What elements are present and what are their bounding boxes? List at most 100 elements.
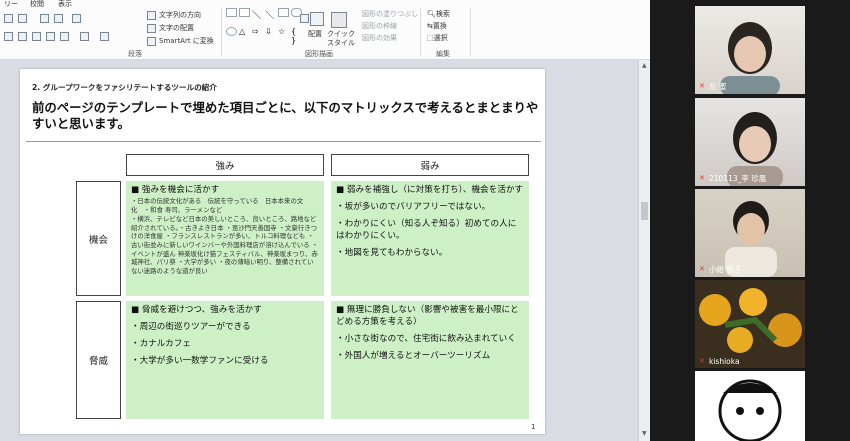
shape-rect2-icon[interactable] [278, 8, 289, 17]
video-tile[interactable]: ✕ 左 蜜 [695, 6, 805, 94]
video-panel: ✕ 左 蜜 ✕ 210113_李 珍凰 ✕ 小紺 悦子 ✕ kishioka [650, 0, 850, 441]
menu-tab-view[interactable]: 表示 [58, 0, 72, 9]
participant-name: kishioka [709, 357, 740, 366]
shape-triangle-icon[interactable]: △ [239, 27, 250, 36]
st-item: ・周辺の街巡りツアーができる [131, 322, 251, 332]
menu-tab-review[interactable]: 校閲 [30, 0, 44, 9]
participant-name-tag: ✕ 210113_李 珍凰 [699, 173, 766, 184]
shape-star-icon[interactable]: ☆ [278, 27, 289, 36]
video-tile[interactable] [695, 371, 805, 441]
columns-icon[interactable] [80, 32, 89, 41]
so-title: ■ 強みを機会に活かす [131, 185, 220, 195]
column-settings-icon[interactable] [100, 32, 109, 41]
participant-name: 小紺 悦子 [709, 265, 742, 274]
shape-brace-icon[interactable]: { } [291, 27, 302, 45]
wo-item: ・わかりにくい（知る人ぞ知る）初めての人にはわかりにくい。 [336, 219, 517, 241]
page-number: 1 [531, 423, 536, 431]
arrange-icon[interactable] [310, 12, 324, 26]
shapes-gallery[interactable]: ＼ ＼ △ ⇨ ⇩ ☆ { } [226, 8, 302, 45]
participant-name-tag: ✕ kishioka [699, 357, 740, 366]
so-note: ・横浜、テレビなど日本の美しいところ、良いところ、路地など紹介されている。・古き… [131, 215, 319, 275]
align-text-button[interactable]: 文字の配置 [159, 24, 194, 33]
decrease-indent-icon[interactable] [40, 14, 49, 23]
video-tile[interactable]: ✕ 210113_李 珍凰 [695, 98, 805, 186]
align-center-icon[interactable] [18, 32, 27, 41]
st-item: ・カナルカフェ [131, 339, 191, 349]
cell-strength-opportunity: ■ 強みを機会に活かす ・日本の伝統文化がある 伝統を守っている 日本本来の文化… [126, 181, 324, 296]
slide[interactable]: 2. グループワークをファシリテートするツールの紹介 前のページのテンプレートで… [20, 69, 545, 434]
shape-fill-button[interactable]: 図形の塗りつぶし [362, 10, 418, 19]
so-note: ・日本の伝統文化がある 伝統を守っている 日本本来の文化 ・和食 寿司、ラーメン… [131, 197, 304, 214]
shape-circle-icon[interactable] [226, 27, 237, 36]
shape-arrow2-icon[interactable]: ⇩ [265, 27, 276, 36]
align-left-icon[interactable] [4, 32, 13, 41]
quickstyle-button[interactable]: クイック スタイル [327, 30, 355, 48]
participant-name-tag: ✕ 小紺 悦子 [699, 264, 741, 275]
participant-name: 210113_李 珍凰 [709, 174, 767, 183]
separator [470, 8, 471, 56]
header-weakness: 弱み [331, 154, 529, 176]
smartart-icon[interactable] [147, 37, 156, 46]
arrange-button[interactable]: 配置 [308, 30, 322, 39]
shape-effect-button[interactable]: 図形の効果 [362, 34, 397, 43]
justify-icon[interactable] [46, 32, 55, 41]
st-item: ・大学が多い一数学ファンに受ける [131, 356, 269, 366]
group-drawing-label: 図形描画 [305, 50, 333, 58]
shape-outline-button[interactable]: 図形の枠線 [362, 22, 397, 31]
header-weakness-label: 弱み [420, 161, 440, 172]
vertical-scrollbar[interactable]: ▲ ▼ [638, 60, 650, 441]
shape-line2-icon[interactable]: ＼ [265, 8, 276, 21]
cell-weakness-opportunity: ■ 弱みを補強し（に対策を打ち）、機会を活かす ・坂が多いのでバリアフリーではな… [331, 181, 529, 296]
smartart-button[interactable]: SmartArt に変換 [159, 37, 214, 46]
shape-rect-icon[interactable] [226, 8, 237, 17]
fruit-photo-icon [699, 288, 802, 353]
replace-label: 置換 [432, 22, 447, 30]
shape-arrow-icon[interactable]: ⇨ [252, 27, 263, 36]
row-threat: 脅威 [76, 301, 121, 419]
header-strength-label: 強み [215, 161, 235, 172]
scroll-down-icon[interactable]: ▼ [642, 430, 647, 437]
find-button[interactable]: 🔍︎検索 [427, 10, 450, 19]
select-label: 選択 [433, 34, 448, 42]
cell-strength-threat: ■ 脅威を避けつつ、強みを活かす ・周辺の街巡りツアーができる ・カナルカフェ … [126, 301, 324, 419]
slide-subtitle: 2. グループワークをファシリテートするツールの紹介 [32, 83, 217, 92]
title-divider [26, 141, 541, 142]
line-spacing-icon[interactable] [72, 14, 81, 23]
wo-item: ・地図を見てもわからない。 [336, 248, 448, 258]
bullets-icon[interactable] [4, 14, 13, 23]
quickstyle-icon[interactable] [331, 12, 347, 28]
wo-item: ・坂が多いのでバリアフリーではない。 [336, 202, 491, 212]
row-opportunity: 機会 [76, 181, 121, 296]
numbering-icon[interactable] [18, 14, 27, 23]
shape-textbox-icon[interactable] [239, 8, 250, 17]
wo-title: ■ 弱みを補強し（に対策を打ち）、機会を活かす [336, 185, 524, 195]
scroll-up-icon[interactable]: ▲ [642, 62, 647, 69]
menu-tab-1[interactable]: リー [4, 0, 18, 9]
ribbon: リー 校閲 表示 文字列の方向 文字の配置 SmartArt に変換 段落 ＼ … [0, 0, 650, 60]
row-opportunity-label: 機会 [88, 234, 108, 246]
find-label: 検索 [435, 10, 450, 18]
text-direction-button[interactable]: 文字列の方向 [159, 11, 201, 20]
group-paragraph-label: 段落 [128, 50, 142, 58]
increase-indent-icon[interactable] [54, 14, 63, 23]
video-tile[interactable]: ✕ kishioka [695, 280, 805, 368]
scroll-thumb[interactable] [641, 202, 648, 220]
header-strength: 強み [126, 154, 324, 176]
distribute-icon[interactable] [60, 32, 69, 41]
participant-name-tag: ✕ 左 蜜 [699, 81, 726, 92]
wt-item: ・外国人が増えるとオーバーツーリズム [336, 351, 491, 361]
align-text-icon[interactable] [147, 24, 156, 33]
row-threat-label: 脅威 [88, 356, 108, 367]
gallery-more-icon[interactable] [300, 14, 309, 23]
align-right-icon[interactable] [32, 32, 41, 41]
cell-weakness-threat: ■ 無理に勝負しない（影響や被害を最小限にとどめる方策を考える） ・小さな街なの… [331, 301, 529, 419]
slide-headline: 前のページのテンプレートで埋めた項目ごとに、以下のマトリックスで考えるとまとまり… [32, 100, 539, 131]
text-direction-icon[interactable] [147, 11, 156, 20]
replace-button[interactable]: ⇆置換 [427, 22, 447, 31]
participant-name: 左 蜜 [709, 82, 727, 91]
mic-muted-icon: ✕ [699, 357, 705, 365]
shape-line-icon[interactable]: ＼ [252, 8, 263, 21]
video-tile[interactable]: ✕ 小紺 悦子 [695, 189, 805, 277]
wt-item: ・小さな街なので、住宅街に飲み込まれていく [336, 334, 516, 344]
select-button[interactable]: ⬚選択 [427, 34, 448, 43]
